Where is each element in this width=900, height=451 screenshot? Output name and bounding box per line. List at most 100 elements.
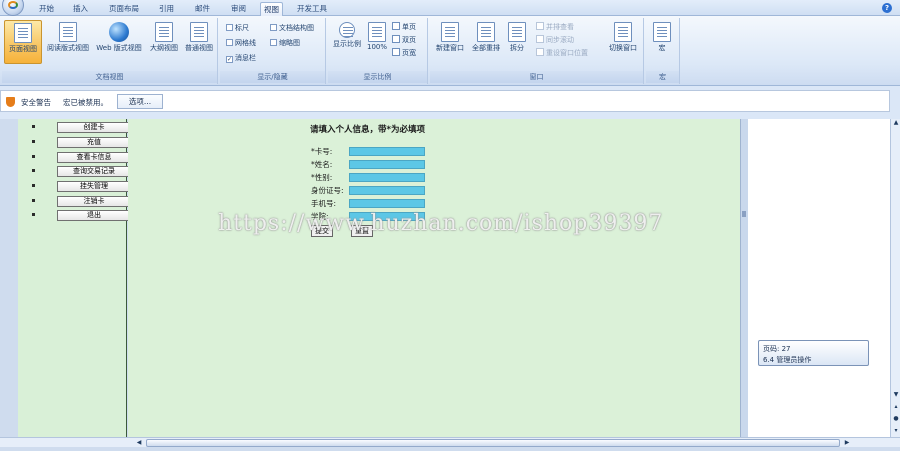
group-label: 显示/隐藏 bbox=[220, 71, 325, 83]
tab-page-layout[interactable]: 页面布局 bbox=[106, 2, 142, 16]
group-zoom: 显示比例 100% 单页 双页 页宽 显示比例 bbox=[328, 18, 428, 84]
split-button[interactable]: 拆分 bbox=[504, 20, 530, 64]
id-number-input[interactable] bbox=[349, 186, 425, 195]
field-label: *姓名: bbox=[311, 160, 333, 169]
security-options-button[interactable]: 选项... bbox=[117, 94, 163, 109]
tab-references[interactable]: 引用 bbox=[156, 2, 177, 16]
nav-recharge-button[interactable]: 充值 bbox=[57, 137, 131, 148]
nav-card-info-button[interactable]: 查看卡信息 bbox=[57, 152, 131, 163]
page-width-button[interactable]: 页宽 bbox=[392, 48, 416, 59]
message-bar-checkbox[interactable]: ✓ 消息栏 bbox=[226, 53, 256, 63]
browse-object-icon[interactable]: ● bbox=[892, 415, 900, 423]
vertical-scrollbar[interactable]: ▲ ▼ ▴ ● ▾ bbox=[890, 119, 900, 437]
view-side-by-side-button[interactable]: 并排查看 bbox=[536, 22, 574, 33]
security-warning-bar: 安全警告 宏已被禁用。 选项... bbox=[0, 90, 890, 112]
reset-window-icon bbox=[536, 48, 544, 56]
next-page-icon[interactable]: ▾ bbox=[892, 427, 900, 435]
nav-exit-button[interactable]: 退出 bbox=[57, 210, 131, 221]
scroll-up-icon[interactable]: ▲ bbox=[892, 119, 900, 127]
checkbox-box bbox=[226, 39, 233, 46]
ribbon: 页面视图 阅读版式视图 Web 版式视图 大纲视图 普通视图 文档视图 标尺 网… bbox=[0, 16, 900, 86]
two-pages-icon bbox=[392, 35, 400, 43]
macros-button[interactable]: 宏 bbox=[648, 20, 676, 64]
one-page-button[interactable]: 单页 bbox=[392, 22, 416, 33]
group-document-views: 页面视图 阅读版式视图 Web 版式视图 大纲视图 普通视图 文档视图 bbox=[2, 18, 218, 84]
help-icon[interactable]: ? bbox=[882, 3, 892, 13]
new-window-button[interactable]: 新建窗口 bbox=[432, 20, 468, 64]
draft-view-icon bbox=[190, 22, 208, 42]
new-window-icon bbox=[441, 22, 459, 42]
tab-mailings[interactable]: 邮件 bbox=[192, 2, 213, 16]
nav-transactions-button[interactable]: 查询交易记录 bbox=[57, 166, 131, 177]
macro-icon bbox=[653, 22, 671, 42]
previous-page-icon[interactable]: ▴ bbox=[892, 403, 900, 411]
shield-icon bbox=[6, 97, 15, 107]
navigation-frame: 创建卡 充值 查看卡信息 查询交易记录 挂失管理 注销卡 退出 bbox=[18, 119, 131, 437]
checkbox-box bbox=[226, 24, 233, 31]
web-layout-button[interactable]: Web 版式视图 bbox=[92, 20, 146, 64]
nav-cancel-card-button[interactable]: 注销卡 bbox=[57, 196, 131, 207]
scroll-left-icon[interactable]: ◀ bbox=[134, 438, 144, 448]
two-pages-button[interactable]: 双页 bbox=[392, 35, 416, 46]
tab-view[interactable]: 视图 bbox=[260, 2, 283, 16]
name-input[interactable] bbox=[349, 160, 425, 169]
group-label: 显示比例 bbox=[328, 71, 427, 83]
tooltip-page-number: 页码: 27 bbox=[763, 345, 791, 353]
phone-input[interactable] bbox=[349, 199, 425, 208]
tab-insert[interactable]: 插入 bbox=[70, 2, 91, 16]
frame-splitter[interactable] bbox=[740, 119, 748, 437]
tab-home[interactable]: 开始 bbox=[36, 2, 57, 16]
ribbon-tab-bar: 开始 插入 页面布局 引用 邮件 审阅 视图 开发工具 ? bbox=[0, 0, 900, 16]
horizontal-scroll-thumb[interactable] bbox=[146, 439, 840, 447]
thumbnails-checkbox[interactable]: 缩略图 bbox=[270, 38, 300, 48]
word-window: 开始 插入 页面布局 引用 邮件 审阅 视图 开发工具 ? 页面视图 阅读版式视… bbox=[0, 0, 900, 451]
office-logo-icon bbox=[8, 1, 18, 9]
bullet bbox=[32, 184, 35, 187]
nav-row: 退出 bbox=[32, 210, 132, 221]
splitter-grip-icon bbox=[742, 211, 746, 217]
checkbox-box bbox=[270, 24, 277, 31]
arrange-all-button[interactable]: 全部重排 bbox=[468, 20, 504, 64]
side-by-side-icon bbox=[536, 22, 544, 30]
gridlines-checkbox[interactable]: 网格线 bbox=[226, 38, 256, 48]
nav-row: 查看卡信息 bbox=[32, 152, 132, 163]
zoom-100-button[interactable]: 100% bbox=[364, 20, 390, 64]
split-icon bbox=[508, 22, 526, 42]
tooltip-heading: 6.4 管理员操作 bbox=[763, 356, 812, 364]
ruler-checkbox[interactable]: 标尺 bbox=[226, 23, 249, 33]
field-label: 身份证号: bbox=[311, 186, 344, 195]
group-label: 宏 bbox=[646, 71, 679, 83]
draft-view-button[interactable]: 普通视图 bbox=[182, 20, 216, 64]
reading-view-icon bbox=[59, 22, 77, 42]
nav-create-card-button[interactable]: 创建卡 bbox=[57, 122, 131, 133]
bullet bbox=[32, 199, 35, 202]
tab-review[interactable]: 审阅 bbox=[228, 2, 249, 16]
group-label: 窗口 bbox=[430, 71, 643, 83]
bullet bbox=[32, 125, 35, 128]
tab-developer[interactable]: 开发工具 bbox=[294, 2, 330, 16]
nav-row: 创建卡 bbox=[32, 122, 132, 133]
arrange-all-icon bbox=[477, 22, 495, 42]
switch-windows-button[interactable]: 切换窗口 bbox=[604, 20, 642, 64]
reading-layout-button[interactable]: 阅读版式视图 bbox=[44, 20, 92, 64]
office-button[interactable] bbox=[2, 0, 24, 16]
nav-row: 充值 bbox=[32, 137, 132, 148]
sync-scroll-button[interactable]: 同步滚动 bbox=[536, 35, 574, 46]
outline-view-button[interactable]: 大纲视图 bbox=[146, 20, 182, 64]
nav-report-loss-button[interactable]: 挂失管理 bbox=[57, 181, 131, 192]
bullet bbox=[32, 140, 35, 143]
group-macros: 宏 宏 bbox=[646, 18, 680, 84]
page-tooltip: 页码: 27 6.4 管理员操作 bbox=[758, 340, 869, 366]
scroll-down-icon[interactable]: ▼ bbox=[892, 391, 900, 399]
one-page-icon bbox=[392, 22, 400, 30]
scroll-right-icon[interactable]: ▶ bbox=[842, 438, 852, 448]
gender-input[interactable] bbox=[349, 173, 425, 182]
horizontal-scrollbar[interactable]: ◀ ▶ bbox=[0, 437, 900, 447]
document-map-checkbox[interactable]: 文档结构图 bbox=[270, 23, 314, 33]
reset-window-button[interactable]: 重设窗口位置 bbox=[536, 48, 588, 59]
zoom-button[interactable]: 显示比例 bbox=[330, 20, 364, 64]
card-number-input[interactable] bbox=[349, 147, 425, 156]
sync-scroll-icon bbox=[536, 35, 544, 43]
print-layout-button[interactable]: 页面视图 bbox=[4, 20, 42, 64]
field-label: 手机号: bbox=[311, 199, 337, 208]
